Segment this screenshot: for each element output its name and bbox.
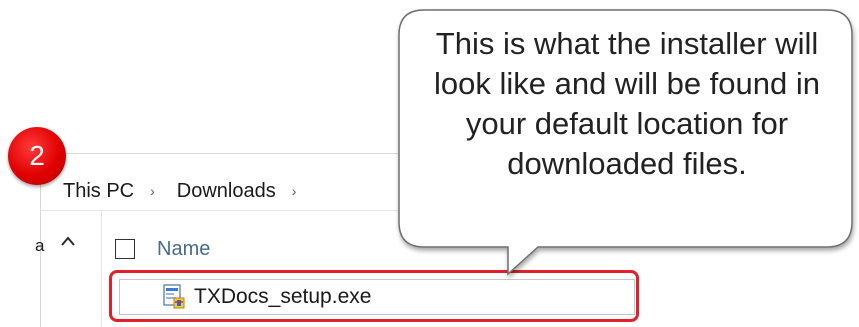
nav-pane-item-truncated[interactable]: a: [35, 236, 44, 256]
step-number-badge: 2: [8, 127, 66, 185]
breadcrumb-downloads[interactable]: Downloads: [177, 180, 276, 203]
breadcrumb-separator-icon[interactable]: ›: [150, 183, 155, 199]
column-header-row: Name: [115, 234, 210, 264]
select-all-checkbox[interactable]: [115, 239, 135, 259]
file-name[interactable]: TXDocs_setup.exe: [194, 285, 371, 309]
column-header-name[interactable]: Name: [157, 238, 210, 261]
scroll-up-arrow-icon[interactable]: [61, 233, 75, 251]
installer-exe-icon: [162, 284, 186, 310]
breadcrumb-separator-icon[interactable]: ›: [292, 183, 297, 199]
file-row[interactable]: TXDocs_setup.exe: [119, 279, 635, 315]
tutorial-screenshot: This PC › Downloads › a Name TXDocs_setu…: [0, 0, 859, 327]
breadcrumb-this-pc[interactable]: This PC: [63, 180, 134, 203]
navigation-pane: a: [35, 211, 102, 327]
callout-text: This is what the installer will look lik…: [433, 26, 821, 181]
